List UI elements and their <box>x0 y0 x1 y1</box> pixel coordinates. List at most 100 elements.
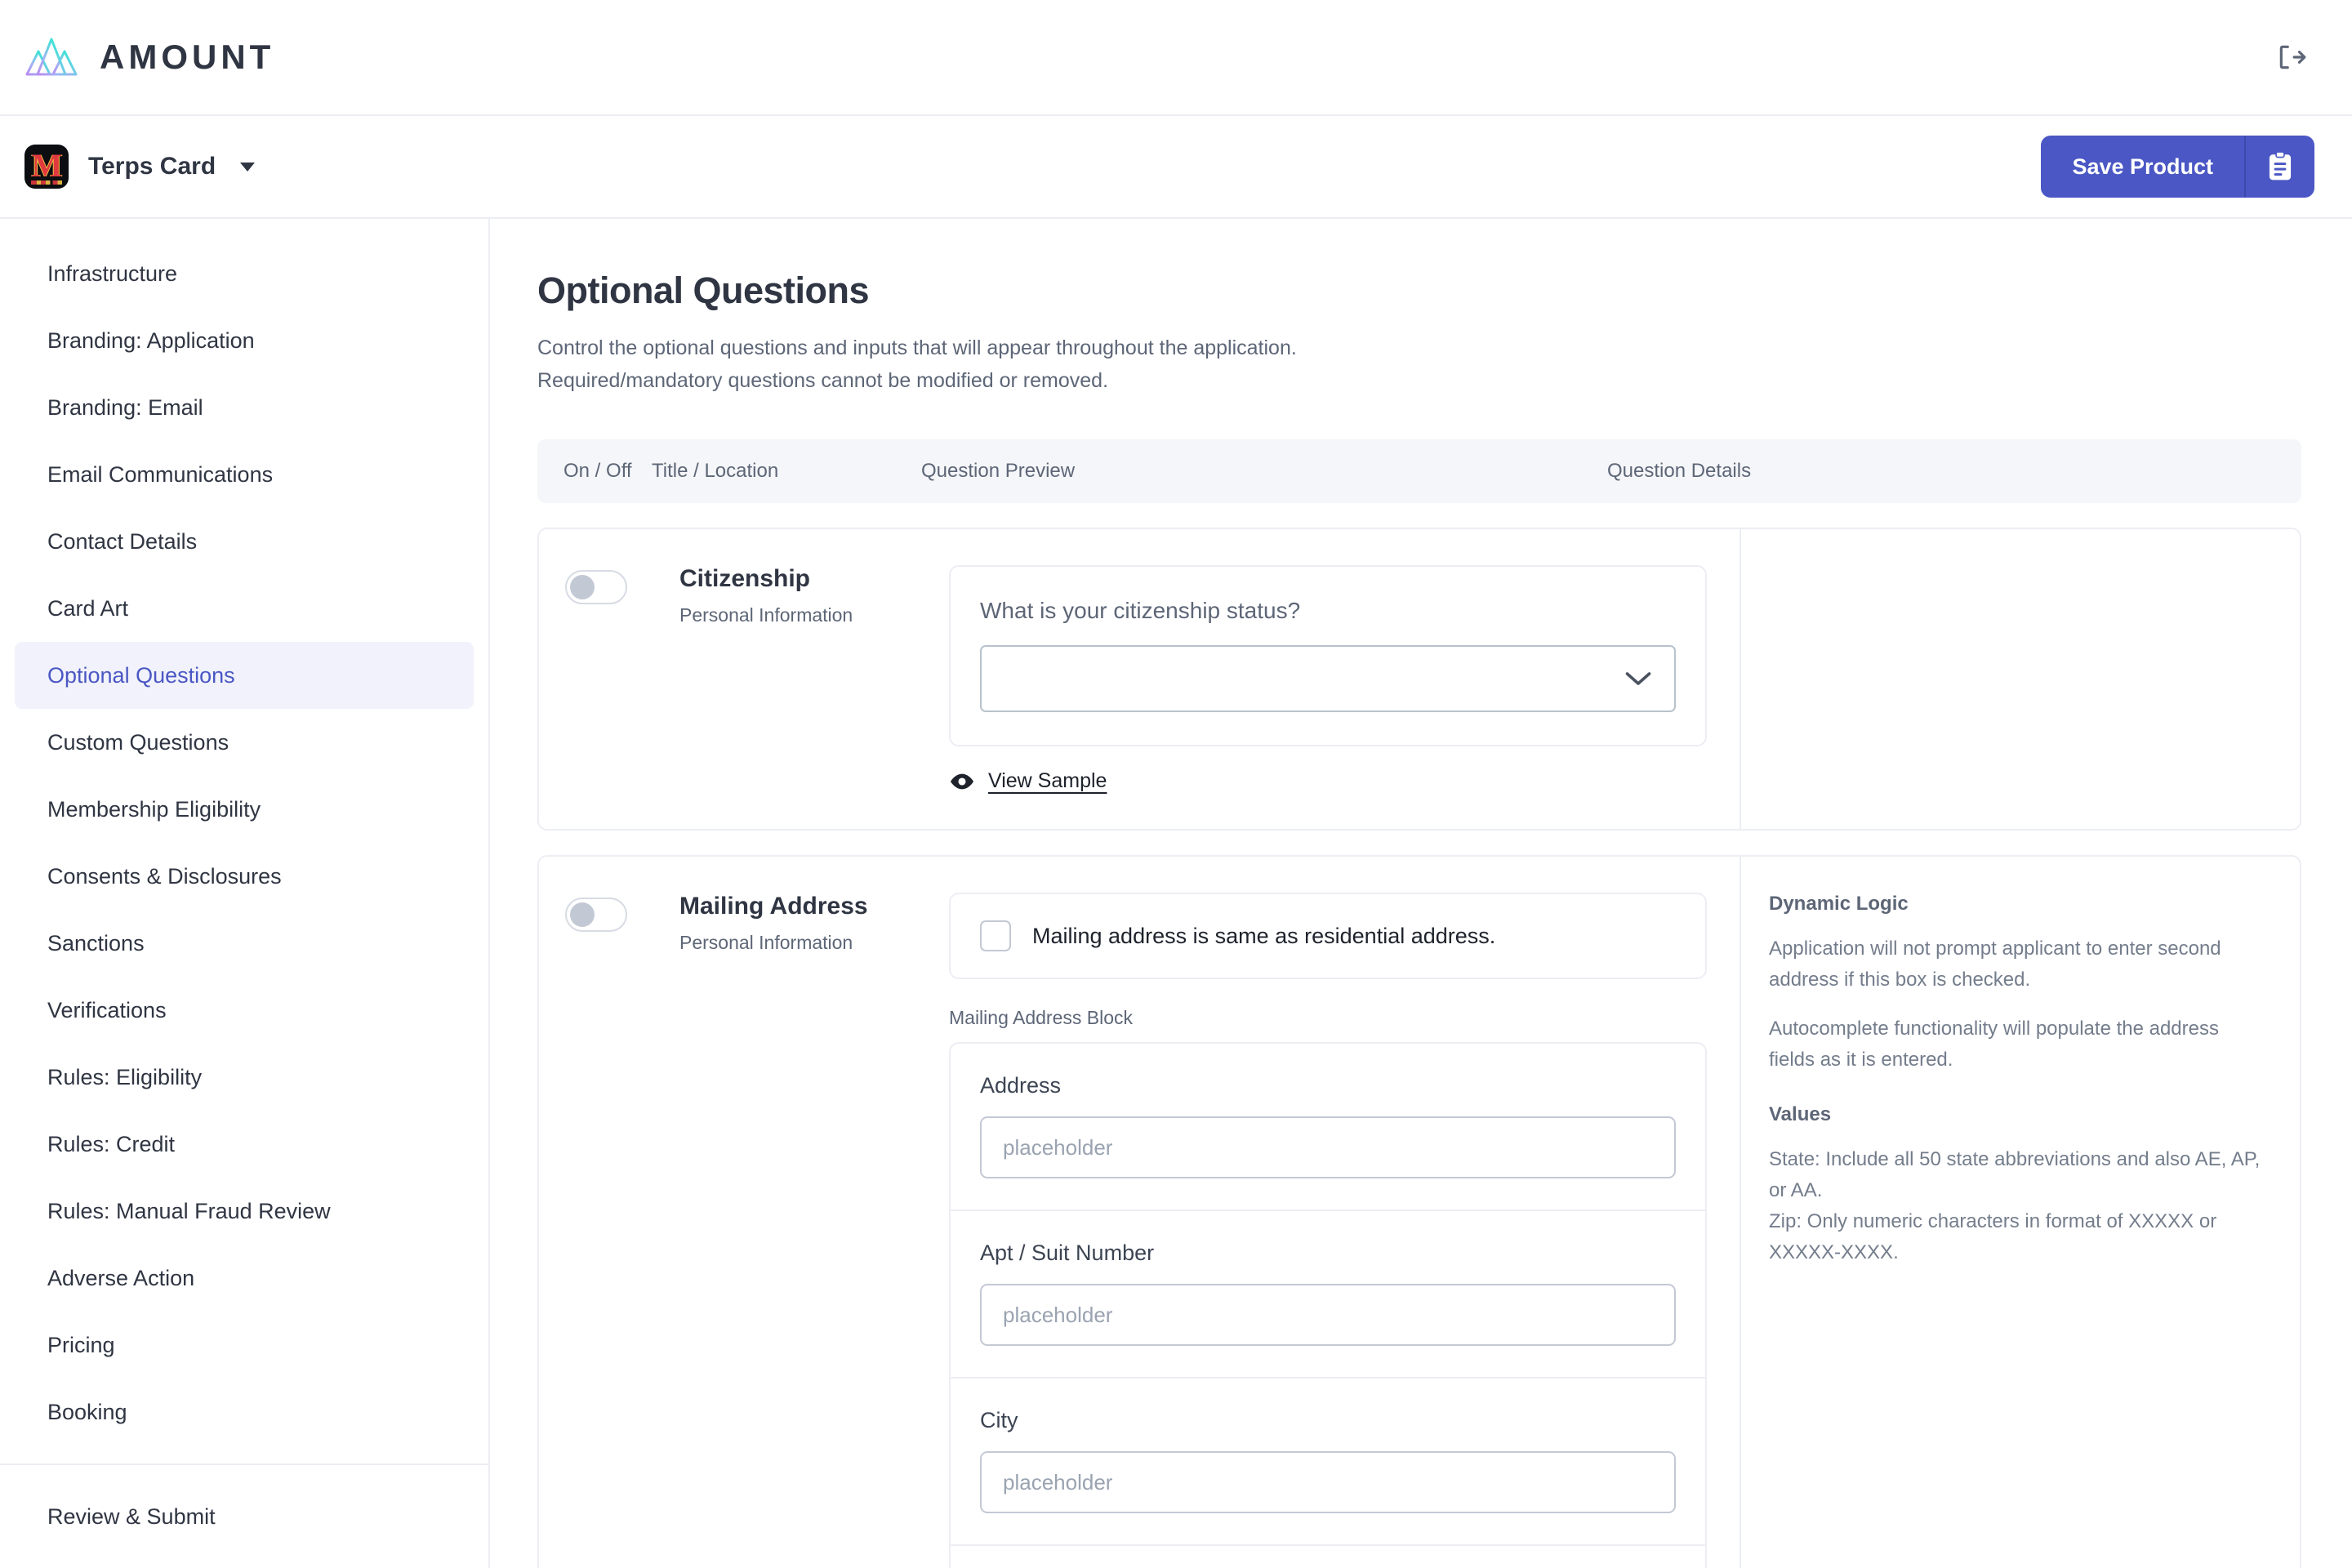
preview-cell: Mailing address is same as residential a… <box>949 893 1740 1568</box>
sidebar-item-label: Sanctions <box>47 930 145 956</box>
product-selector[interactable]: M Terps Card <box>24 145 256 189</box>
detail-heading-dynamic-logic: Dynamic Logic <box>1769 893 1909 915</box>
product-name: Terps Card <box>88 153 216 180</box>
question-location: Personal Information <box>679 604 853 626</box>
sidebar-item-custom-questions[interactable]: Custom Questions <box>15 709 474 776</box>
chevron-down-icon <box>1625 672 1651 685</box>
caret-down-icon[interactable] <box>240 162 256 172</box>
app-window: AMOUNT M Terps Card Save Product Infrast… <box>0 0 2352 1568</box>
question-row-main: Mailing Address Personal Information Mai… <box>539 857 1740 1568</box>
sidebar-item-branding-application[interactable]: Branding: Application <box>15 307 474 374</box>
main-content: Optional Questions Control the optional … <box>490 219 2352 1568</box>
question-preview-box: What is your citizenship status? <box>949 565 1707 746</box>
question-row-main: Citizenship Personal Information What is… <box>539 529 1740 829</box>
title-cell: Mailing Address Personal Information <box>679 893 949 1568</box>
mailing-address-block-label: Mailing Address Block <box>949 1007 1133 1028</box>
sidebar-item-label: Contact Details <box>47 528 198 554</box>
sidebar-item-list: Infrastructure Branding: Application Brand… <box>0 240 488 1446</box>
sidebar-item-membership-eligibility[interactable]: Membership Eligibility <box>15 776 474 843</box>
detail-spacer <box>1769 1076 2267 1103</box>
sidebar-item-label: Infrastructure <box>47 261 178 286</box>
page-body: Infrastructure Branding: Application Brand… <box>0 219 2352 1568</box>
question-title: Mailing Address <box>679 893 868 920</box>
question-location: Personal Information <box>679 932 853 953</box>
sidebar-item-rules-eligibility[interactable]: Rules: Eligibility <box>15 1044 474 1111</box>
sidebar-item-label: Optional Questions <box>47 662 235 688</box>
sidebar-item-label: Rules: Manual Fraud Review <box>47 1198 331 1223</box>
sidebar-item-branding-email[interactable]: Branding: Email <box>15 374 474 441</box>
sidebar-item-adverse-action[interactable]: Adverse Action <box>15 1245 474 1312</box>
citizenship-status-select[interactable] <box>980 645 1676 712</box>
field-input-address[interactable]: placeholder <box>980 1116 1676 1178</box>
preview-cell: What is your citizenship status? View Sa… <box>949 565 1740 793</box>
sidebar-nav: Infrastructure Branding: Application Brand… <box>0 219 490 1568</box>
eye-icon <box>951 773 973 789</box>
sidebar-item-label: Verifications <box>47 997 167 1022</box>
page-description-line-2: Required/mandatory questions cannot be m… <box>537 369 1109 392</box>
column-header-title-location: Title / Location <box>652 460 779 482</box>
detail-heading-values: Values <box>1769 1103 1832 1125</box>
view-sample-link[interactable]: View Sample <box>949 769 1707 793</box>
table-header-row: On / Off Title / Location Question Previ… <box>537 439 2301 503</box>
same-as-residential-label: Mailing address is same as residential a… <box>1032 923 1496 948</box>
sidebar-item-label: Adverse Action <box>47 1265 195 1290</box>
toggle-cell <box>565 565 679 793</box>
detail-text-dynamic-logic-1: Application will not prompt applicant to… <box>1769 938 2221 991</box>
sidebar-item-consents-disclosures[interactable]: Consents & Disclosures <box>15 843 474 910</box>
question-details-cell-citizenship <box>1740 529 2300 829</box>
sidebar-item-label: Card Art <box>47 595 129 621</box>
product-logo-letter: M <box>31 146 63 184</box>
field-row-state: Stateplaceholder <box>951 1546 1705 1568</box>
sidebar-item-label: Branding: Email <box>47 394 203 420</box>
save-product-clipboard-button[interactable] <box>2244 136 2314 198</box>
page-title: Optional Questions <box>537 270 870 311</box>
question-details-cell-mailing-address: Dynamic Logic Application will not promp… <box>1740 857 2300 1568</box>
sidebar-item-label: Custom Questions <box>47 729 229 755</box>
sidebar-item-verifications[interactable]: Verifications <box>15 977 474 1044</box>
same-as-residential-row: Mailing address is same as residential a… <box>949 893 1707 979</box>
sidebar-item-card-art[interactable]: Card Art <box>15 575 474 642</box>
sidebar-divider <box>0 1463 488 1465</box>
view-sample-label: View Sample <box>988 769 1107 792</box>
sidebar-item-label: Membership Eligibility <box>47 796 261 822</box>
field-row-city: City placeholder <box>951 1379 1705 1546</box>
toggle-citizenship[interactable] <box>565 570 627 604</box>
toggle-cell <box>565 893 679 1568</box>
column-header-question-preview: Question Preview <box>921 460 1076 482</box>
field-input-apt-suit-number[interactable]: placeholder <box>980 1284 1676 1346</box>
save-product-label: Save Product <box>2072 154 2213 179</box>
logout-button[interactable] <box>2269 34 2314 80</box>
title-cell: Citizenship Personal Information <box>679 565 949 793</box>
sidebar-item-pricing[interactable]: Pricing <box>15 1312 474 1379</box>
sidebar-item-rules-credit[interactable]: Rules: Credit <box>15 1111 474 1178</box>
question-row-citizenship: Citizenship Personal Information What is… <box>537 528 2301 831</box>
field-row-address: Address placeholder <box>951 1044 1705 1211</box>
toggle-mailing-address[interactable] <box>565 898 627 932</box>
brand-header: AMOUNT <box>0 0 2352 116</box>
sidebar-item-label: Email Communications <box>47 461 274 487</box>
question-title: Citizenship <box>679 565 811 592</box>
sidebar-item-rules-manual-fraud-review[interactable]: Rules: Manual Fraud Review <box>15 1178 474 1245</box>
field-label: City <box>980 1408 1018 1432</box>
toggle-knob <box>570 575 595 599</box>
save-product-button[interactable]: Save Product <box>2041 136 2314 198</box>
sidebar-item-label: Rules: Eligibility <box>47 1064 203 1089</box>
field-label: Apt / Suit Number <box>980 1241 1155 1265</box>
sidebar-item-label: Consents & Disclosures <box>47 863 282 889</box>
question-row-mailing-address: Mailing Address Personal Information Mai… <box>537 855 2301 1568</box>
sidebar-item-booking[interactable]: Booking <box>15 1379 474 1446</box>
product-logo-stripe <box>31 180 62 185</box>
product-header: M Terps Card Save Product <box>0 116 2352 219</box>
sidebar-item-label: Rules: Credit <box>47 1131 176 1156</box>
same-as-residential-checkbox[interactable] <box>980 920 1011 951</box>
field-input-city[interactable]: placeholder <box>980 1451 1676 1513</box>
sidebar-item-review-submit[interactable]: Review & Submit <box>15 1483 474 1550</box>
sidebar-item-email-communications[interactable]: Email Communications <box>15 441 474 508</box>
sidebar-item-sanctions[interactable]: Sanctions <box>15 910 474 977</box>
preview-question-text: What is your citizenship status? <box>980 598 1301 623</box>
sidebar-item-contact-details[interactable]: Contact Details <box>15 508 474 575</box>
sidebar-item-infrastructure[interactable]: Infrastructure <box>15 240 474 307</box>
brand-logo-group[interactable]: AMOUNT <box>24 37 274 78</box>
product-logo-icon: M <box>24 145 69 189</box>
sidebar-item-optional-questions[interactable]: Optional Questions <box>15 642 474 709</box>
